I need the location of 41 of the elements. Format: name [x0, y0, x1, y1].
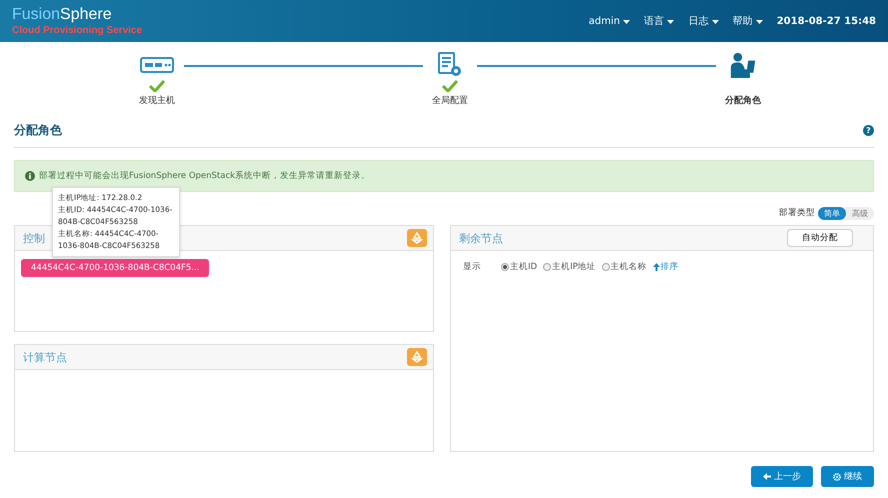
radio-option[interactable]: 主机ID [501, 261, 538, 273]
recycle-button[interactable] [407, 229, 427, 247]
caret-icon [623, 20, 630, 24]
help-icon[interactable]: ? [863, 125, 874, 136]
alert-message: 部署过程中可能会出现FusionSphere OpenStack系统中断，发生异常请重新登录。 [39, 170, 370, 182]
header-menu[interactable]: 日志 [684, 14, 723, 28]
caret-icon [712, 20, 719, 24]
deploy-type-label: 部署类型 [779, 207, 815, 219]
sort-link[interactable]: 排序 [652, 261, 679, 273]
deploy-type-option[interactable]: 简单 [818, 206, 846, 220]
auto-assign-button[interactable]: 自动分配 [787, 229, 853, 247]
panel-title: 计算节点 [23, 350, 67, 364]
radio-option[interactable]: 主机名称 [602, 261, 647, 273]
date-time: 2018-08-27 15:48 [776, 16, 876, 26]
document-gear-icon [437, 52, 463, 78]
brand-logo: FusionSphere [12, 6, 113, 24]
step-label: 分配角色 [725, 94, 761, 107]
radio-option[interactable]: 主机IP地址 [543, 261, 596, 273]
gear-icon [833, 472, 841, 480]
panel-title: 控制 [23, 230, 45, 246]
back-button[interactable]: 上一步 [751, 466, 813, 487]
continue-button[interactable]: 继续 [821, 466, 874, 487]
header-menu[interactable]: 帮助 [728, 14, 767, 28]
caret-icon [756, 20, 763, 24]
page-title: 分配角色 [14, 122, 62, 139]
arrow-left-icon [763, 473, 771, 480]
node-chip[interactable]: 44454C4C-4700-1036-804B-C8C04F5... [21, 259, 210, 277]
deploy-type-option[interactable]: 高级 [846, 206, 874, 220]
info-icon [25, 171, 35, 181]
panel-title: 剩余节点 [459, 230, 503, 246]
step-label: 全局配置 [432, 94, 468, 107]
recycle-icon [411, 351, 423, 363]
header-menu[interactable]: admin [584, 16, 634, 26]
recycle-button[interactable] [407, 348, 427, 366]
caret-icon [667, 20, 674, 24]
step-label: 发现主机 [139, 94, 175, 107]
header-menu[interactable]: 语言 [640, 14, 678, 28]
recycle-icon [411, 232, 423, 244]
arrow-up-icon [652, 263, 660, 271]
display-label: 显示 [463, 261, 481, 273]
brand-subtitle: Cloud Provisioning Service [12, 25, 142, 36]
